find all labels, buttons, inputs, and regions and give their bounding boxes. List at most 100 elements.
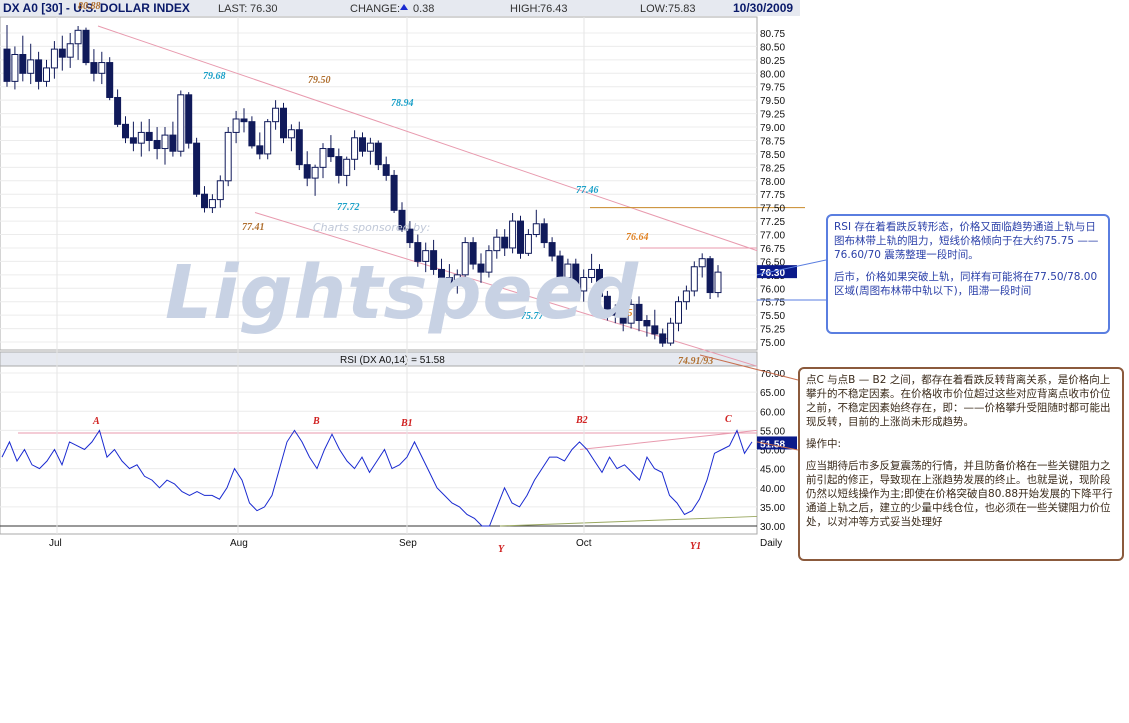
price-tick-label: 78.75 [760,136,785,147]
candle-body [343,158,351,176]
candle-body [66,43,74,58]
candle-body [287,129,295,139]
candle-body [643,320,651,327]
header-date: 10/30/2009 [733,1,793,15]
candle-body [35,59,43,82]
price-level-annotation: 79.68 [203,71,226,82]
period-label: Daily [760,538,782,549]
rsi-point-annotation: Y [498,544,505,555]
candle-body [351,137,359,160]
lightspeed-watermark: Lightspeed [165,250,639,336]
candle-body [232,118,240,133]
last-label: LAST: [218,3,247,15]
candle-body [335,156,343,176]
price-tick-label: 80.00 [760,69,785,80]
rsi-tick-label: 30.00 [760,522,785,533]
change-value: 0.38 [413,3,434,15]
candle-body [651,325,659,335]
candle-body [90,62,98,74]
candle-body [122,123,129,139]
price-tick-label: 75.25 [760,325,785,336]
candle-body [169,134,177,152]
month-tick-label: Sep [399,538,417,549]
candle-body [106,62,114,98]
price-tick-label: 77.00 [760,231,785,242]
candle-body [359,137,366,152]
price-level-annotation: 80.88 [78,1,101,12]
candle-body [11,53,19,82]
rsi-label: RSI (DX A0,14) = 51.58 [340,355,445,366]
rsi-point-annotation: B1 [400,418,413,429]
rsi-point-annotation: B2 [575,415,588,426]
candle-body [366,142,374,152]
price-tick-label: 78.00 [760,177,785,188]
candle-body [682,290,690,303]
price-level-annotation: 79.50 [308,75,331,86]
candle-body [493,236,501,252]
price-tick-label: 76.00 [760,284,785,295]
rsi-tick-label: 70.00 [760,369,785,380]
rsi-point-annotation: Y1 [690,541,701,552]
candle-body [27,59,35,74]
candle-body [248,121,256,147]
price-tick-label: 75.00 [760,338,785,349]
rsi-tick-label: 65.00 [760,388,785,399]
rsi-axis: 70.0065.0060.0055.0050.0045.0040.0035.00… [757,369,797,533]
sponsor-text: Charts sponsored by: [313,221,431,234]
candle-body [240,118,248,123]
price-tick-label: 80.50 [760,42,785,53]
price-level-annotation: 77.72 [337,202,360,213]
candle-body [264,121,272,155]
price-axis: 80.75 80.50 80.25 80.00 79.75 79.50 79.25 79.00… [757,29,797,349]
last-value: 76.30 [250,3,278,15]
candle-body [43,67,50,82]
candle-body [374,142,382,166]
candle-body [129,137,137,144]
candle-body [19,53,27,74]
candle-body [382,164,390,176]
candle-body [501,236,509,249]
analysis-note-rsi: 点C 与点B — B2 之间，都存在着看跌反转背离关系，是价格向上攀升的不稳定因… [798,367,1124,561]
rsi-tick-label: 60.00 [760,407,785,418]
price-tick-label: 77.75 [760,190,785,201]
candle-body [201,193,208,209]
candle-body [208,199,216,209]
high-label: HIGH: [510,3,541,15]
candle-body [659,333,667,344]
price-tick-label: 79.25 [760,110,785,121]
month-tick-label: Jul [49,538,62,549]
candle-body [82,29,90,64]
rsi-point-annotation: C [725,414,732,425]
price-tick-label: 78.25 [760,163,785,174]
candle-body [319,148,327,168]
candle-body [153,139,161,150]
price-tick-label: 75.50 [760,311,785,322]
price-tick-label: 79.00 [760,123,785,134]
candle-body [137,131,145,144]
candle-body [272,107,280,123]
candle-body [690,266,698,292]
candle-body [74,29,82,45]
rsi-tick-label: 35.00 [760,503,785,514]
low-value: 75.83 [668,3,696,15]
candle-body [295,129,303,166]
price-tick-label: 78.50 [760,150,785,161]
note2-paragraph-3: 应当期待后市多反复震荡的行情，并且防备价格在一些关键阻力之前引起的修正，导致现在… [806,460,1113,528]
note2-paragraph-2: 操作中: [806,438,842,450]
month-tick-label: Oct [576,538,592,549]
candle-body [675,301,682,324]
price-tick-label: 76.75 [760,244,785,255]
candle-body [698,258,706,268]
price-tick-label: 79.75 [760,83,785,94]
rsi-point-annotation: B [312,416,320,427]
price-tick-label: 77.25 [760,217,785,228]
candle-body [509,220,517,249]
candle-body [50,48,58,69]
candle-body [98,62,106,74]
time-axis: Jul Aug Sep Oct Daily [49,538,782,549]
candle-body [303,164,311,179]
candle-body [517,220,524,254]
price-tick-label: 80.75 [760,29,785,40]
candle-body [177,94,185,152]
price-level-annotation: 77.46 [576,185,599,196]
